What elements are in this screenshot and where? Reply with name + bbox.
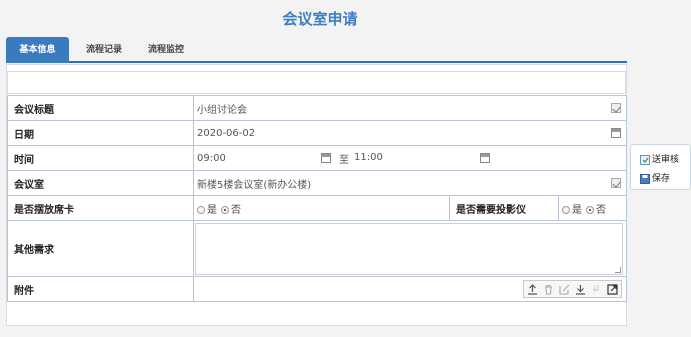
name-card-yes-label: 是 [207,204,217,216]
other-requirements-textarea[interactable] [195,222,623,275]
row-other: 其他需求 [7,220,627,277]
name-card-no-label: 否 [231,204,241,216]
projector-no-label: 否 [595,204,606,216]
save-button[interactable]: 保存 [640,172,670,186]
tab-process-record[interactable]: 流程记录 [74,37,134,63]
save-icon [640,173,650,184]
checkbox-icon[interactable] [611,178,621,188]
time-label: 时间 [7,145,194,171]
row-topic: 会议标题 小组讨论会 [7,95,627,121]
batch-download-icon[interactable] [591,284,602,295]
date-label: 日期 [7,120,194,146]
checkbox-icon[interactable] [611,103,621,113]
tab-basic-info[interactable]: 基本信息 [6,37,69,63]
date-field[interactable]: 2020-06-02 [193,120,627,146]
time-start-value[interactable]: 09:00 [197,153,226,164]
submit-review-label: 送审核 [652,155,680,165]
projector-yes-label: 是 [571,204,582,216]
application-form: 会议标题 小组讨论会 日期 2020-06-02 时间 09:00 至 11:0… [7,95,628,302]
projector-no-radio[interactable] [585,205,594,214]
attachment-field [193,276,627,302]
topic-value: 小组讨论会 [197,104,247,116]
name-card-yes-radio[interactable] [197,205,205,214]
time-field: 09:00 至 11:00 [193,145,627,171]
delete-icon[interactable] [543,284,554,295]
end-calendar-icon[interactable] [480,153,490,163]
calendar-icon[interactable] [611,128,621,138]
row-date: 日期 2020-06-02 [7,120,627,146]
row-attachment: 附件 [7,276,627,302]
name-card-radio-group: 是否 [193,195,450,221]
side-action-panel: 送审核 保存 [630,144,691,190]
projector-radio-group: 是否 [557,195,628,221]
topic-label: 会议标题 [7,95,194,121]
room-value: 新楼5楼会议室(新办公楼) [197,179,312,191]
tab-process-monitor[interactable]: 流程监控 [136,37,196,63]
time-end-value[interactable]: 11:00 [354,152,383,163]
form-panel: 会议标题 小组讨论会 日期 2020-06-02 时间 09:00 至 11:0… [6,64,628,326]
form-header-row [7,71,626,94]
start-calendar-icon[interactable] [321,153,331,163]
other-label: 其他需求 [7,220,194,277]
row-time: 时间 09:00 至 11:00 [7,145,627,171]
submit-review-button[interactable]: 送审核 [640,153,679,167]
attachment-toolbar [523,280,622,298]
row-options: 是否摆放席卡 是否 是否需要投影仪 是否 [7,195,628,221]
projector-label: 是否需要投影仪 [448,195,559,221]
room-field[interactable]: 新楼5楼会议室(新办公楼) [193,170,627,196]
tab-bar: 基本信息 流程记录 流程监控 [6,37,627,63]
page-title: 会议室申请 [282,10,358,28]
date-value: 2020-06-02 [197,127,256,139]
time-separator: 至 [339,155,349,166]
name-card-label: 是否摆放席卡 [7,195,194,221]
row-room: 会议室 新楼5楼会议室(新办公楼) [7,170,627,196]
topic-field[interactable]: 小组讨论会 [193,95,627,121]
attachment-label: 附件 [7,276,194,302]
room-label: 会议室 [7,170,194,196]
save-label: 保存 [652,174,671,184]
upload-icon[interactable] [527,283,538,295]
other-cell [193,220,627,277]
projector-yes-radio[interactable] [561,205,570,214]
submit-icon [640,154,650,165]
edit-icon[interactable] [559,284,570,295]
name-card-no-radio[interactable] [221,205,229,214]
open-external-icon[interactable] [607,283,618,295]
download-icon[interactable] [575,284,586,295]
